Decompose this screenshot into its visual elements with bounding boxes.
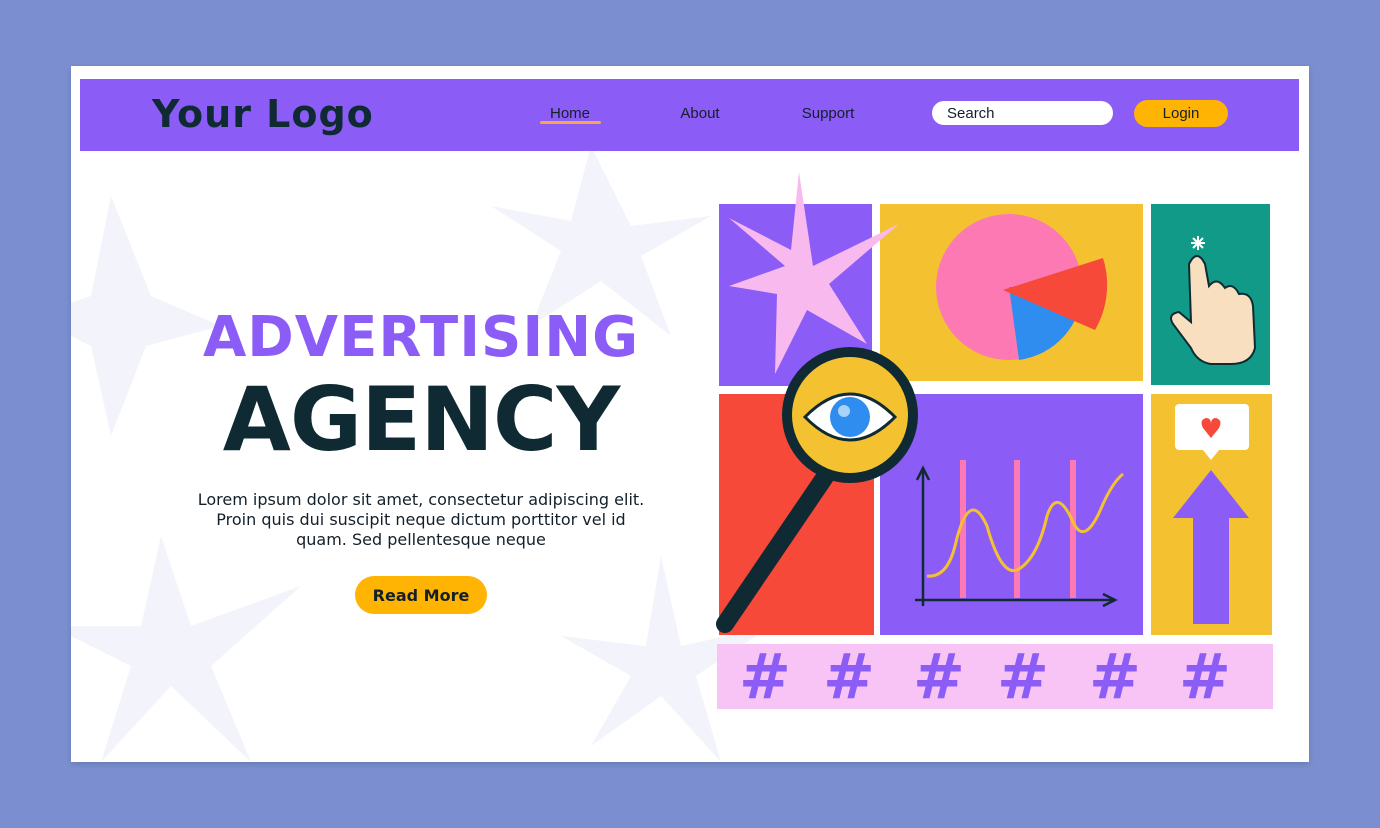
read-more-button[interactable]: Read More bbox=[355, 576, 487, 614]
hero-illustration: # # # # # # bbox=[711, 166, 1291, 726]
nav-link-support[interactable]: Support bbox=[792, 101, 864, 127]
hashtag-icon: # bbox=[997, 640, 1049, 713]
hero-description: Lorem ipsum dolor sit amet, consectetur … bbox=[155, 490, 687, 550]
hashtag-icon: # bbox=[739, 640, 791, 713]
hashtag-icon: # bbox=[823, 640, 875, 713]
login-button[interactable]: Login bbox=[1134, 100, 1228, 127]
headline-advertising: ADVERTISING bbox=[202, 305, 640, 370]
top-navigation-bar: Your Logo Home About Support Login bbox=[80, 79, 1299, 151]
hashtag-icon: # bbox=[1089, 640, 1141, 713]
search-input[interactable] bbox=[932, 101, 1113, 125]
nav-link-about[interactable]: About bbox=[670, 101, 730, 127]
hero-description-line-2: Proin quis dui suscipit neque dictum por… bbox=[216, 510, 626, 529]
landing-page-card: Your Logo Home About Support Login ADVER… bbox=[71, 66, 1309, 762]
hashtag-icon: # bbox=[1179, 640, 1231, 713]
hero-description-line-1: Lorem ipsum dolor sit amet, consectetur … bbox=[197, 490, 645, 509]
nav-active-underline bbox=[540, 121, 601, 124]
illustration-svg: # # # # # # bbox=[716, 172, 1273, 713]
headline-agency: AGENCY bbox=[222, 368, 620, 471]
logo[interactable]: Your Logo bbox=[152, 93, 374, 135]
hashtag-icon: # bbox=[913, 640, 965, 713]
hero-description-line-3: quam. Sed pellentesque neque bbox=[296, 530, 546, 549]
